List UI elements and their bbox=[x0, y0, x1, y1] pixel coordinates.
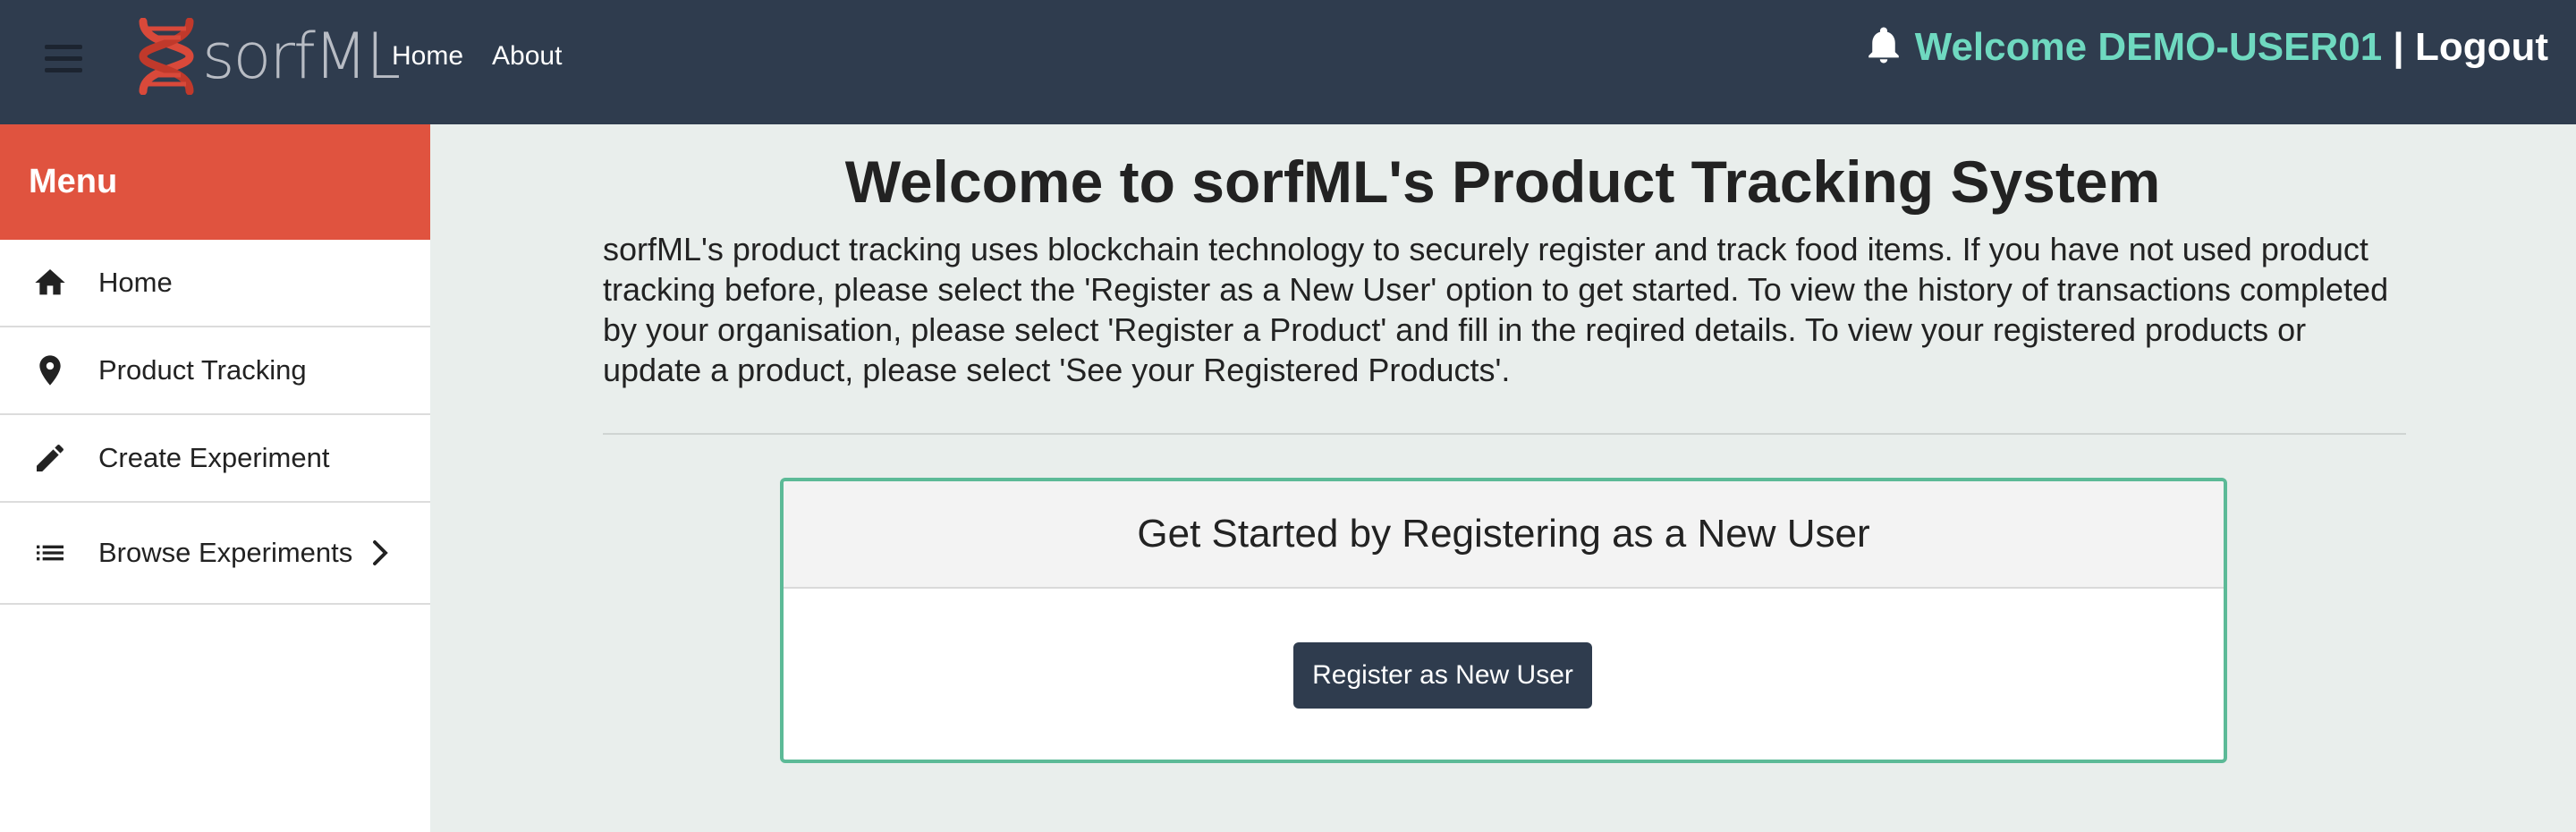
register-as-new-user-button[interactable]: Register as New User bbox=[1293, 642, 1592, 709]
welcome-message: Welcome DEMO-USER01 | Logout bbox=[1915, 25, 2548, 70]
page-title: Welcome to sorfML's Product Tracking Sys… bbox=[844, 149, 2161, 215]
card-title: Get Started by Registering as a New User bbox=[784, 481, 2224, 589]
sidebar-item-label: Create Experiment bbox=[98, 442, 330, 473]
notification-bell-icon[interactable] bbox=[1868, 27, 1900, 64]
dna-helix-icon bbox=[139, 18, 194, 95]
list-icon bbox=[30, 533, 70, 573]
menu-header: Menu bbox=[0, 124, 430, 240]
intro-paragraph: sorfML's product tracking uses blockchai… bbox=[603, 231, 2389, 388]
chevron-right-icon bbox=[373, 540, 388, 565]
nav-home-link[interactable]: Home bbox=[392, 41, 463, 72]
sidebar-item-browse-experiments[interactable]: Browse Experiments bbox=[0, 503, 430, 605]
welcome-prefix: Welcome bbox=[1914, 25, 2088, 69]
sidebar-item-label: Browse Experiments bbox=[98, 537, 353, 568]
location-pin-icon bbox=[30, 351, 70, 390]
sidebar-item-product-tracking[interactable]: Product Tracking bbox=[0, 327, 430, 415]
top-navbar: sorfML Home About Welcome DEMO-USER01 | … bbox=[0, 0, 2576, 124]
sidebar: Menu Home Product Tracking Create Experi… bbox=[0, 124, 430, 832]
hamburger-menu-icon[interactable] bbox=[45, 45, 82, 75]
nav-about-link[interactable]: About bbox=[492, 41, 562, 72]
logo-text: sorfML bbox=[202, 20, 401, 93]
sidebar-item-home[interactable]: Home bbox=[0, 240, 430, 327]
logout-link[interactable]: Logout bbox=[2415, 25, 2548, 69]
card-body: Register as New User bbox=[784, 589, 2224, 760]
sidebar-item-create-experiment[interactable]: Create Experiment bbox=[0, 415, 430, 503]
sidebar-item-label: Product Tracking bbox=[98, 354, 307, 386]
register-card: Get Started by Registering as a New User… bbox=[780, 478, 2227, 763]
divider bbox=[603, 433, 2406, 435]
sorfml-logo[interactable]: sorfML bbox=[134, 16, 401, 97]
username: DEMO-USER01 bbox=[2097, 25, 2383, 69]
sidebar-item-label: Home bbox=[98, 267, 173, 298]
home-icon bbox=[30, 263, 70, 302]
separator: | bbox=[2393, 25, 2404, 69]
pencil-icon bbox=[30, 438, 70, 478]
